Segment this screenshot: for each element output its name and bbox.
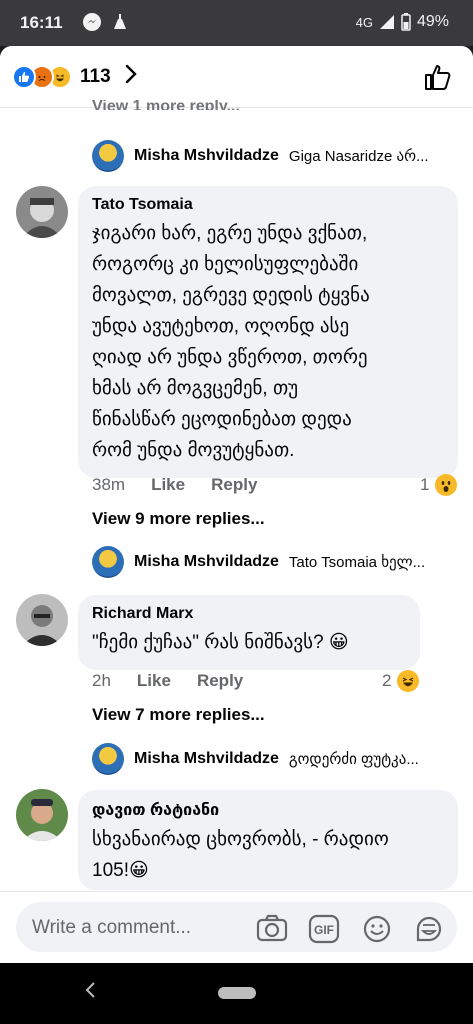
reply-author: Misha Mshvildadze bbox=[134, 553, 279, 570]
gif-icon[interactable]: GIF bbox=[308, 914, 340, 946]
reactions-header: 113 bbox=[0, 46, 473, 108]
comment-composer: Write a comment... GIF bbox=[0, 891, 473, 963]
thumbs-up-icon bbox=[425, 65, 451, 90]
reply-author: Misha Mshvildadze bbox=[134, 750, 279, 767]
messenger-icon bbox=[83, 13, 101, 31]
view-more-replies[interactable]: View 9 more replies... bbox=[92, 509, 265, 529]
comment-bubble[interactable]: დავით რატიანი სხვანაირად ცხოვრობს, - რად… bbox=[78, 790, 458, 890]
reply-snippet: Giga Nasaridze არ... bbox=[288, 148, 429, 165]
battery-icon bbox=[401, 13, 411, 31]
avatar[interactable] bbox=[16, 594, 68, 646]
like-button[interactable]: Like bbox=[151, 475, 185, 495]
comment-text: "ჩემი ქუჩაა" რას ნიშნავს? 😀 bbox=[92, 632, 349, 653]
reply-button[interactable]: Reply bbox=[197, 671, 243, 691]
comment-reaction-count: 1 bbox=[420, 475, 430, 494]
camera-icon[interactable] bbox=[256, 914, 288, 946]
view-more-replies-cutoff[interactable]: View 1 more reply... bbox=[92, 100, 240, 110]
reply-snippet: გოდერძი ფუტკა... bbox=[288, 751, 419, 768]
avatar[interactable] bbox=[16, 186, 68, 238]
avatar bbox=[92, 140, 124, 172]
back-button[interactable] bbox=[84, 979, 96, 1007]
avatar[interactable] bbox=[16, 789, 68, 841]
reactions-summary[interactable]: 113 bbox=[12, 64, 137, 90]
sticker-icon[interactable] bbox=[414, 914, 446, 946]
reaction-count: 113 bbox=[80, 66, 111, 87]
reply-author: Misha Mshvildadze bbox=[134, 147, 279, 164]
comment-time: 2h bbox=[92, 671, 111, 690]
comment-actions: 38m Like Reply bbox=[92, 475, 257, 495]
reply-preview[interactable]: Misha Mshvildadze Tato Tsomaia ხელ... bbox=[92, 546, 462, 578]
avatar bbox=[92, 546, 124, 578]
comment-placeholder: Write a comment... bbox=[32, 917, 192, 938]
status-time: 16:11 bbox=[20, 13, 63, 32]
comments-sheet: 113 View 1 more reply... Misha Mshvildad… bbox=[0, 46, 473, 963]
view-more-replies[interactable]: View 7 more replies... bbox=[92, 705, 265, 725]
comment-actions: 2h Like Reply bbox=[92, 671, 243, 691]
comment-reaction-count: 2 bbox=[382, 671, 392, 690]
like-button[interactable]: Like bbox=[137, 671, 171, 691]
status-bar: 16:11 4G 49% bbox=[0, 0, 473, 46]
comment-bubble[interactable]: Tato Tsomaia ჯიგარი ხარ, ეგრე უნდა ვქნათ… bbox=[78, 186, 458, 478]
back-chevron-icon bbox=[85, 982, 95, 998]
like-post-button[interactable] bbox=[423, 62, 453, 97]
chevron-right-icon bbox=[125, 64, 137, 90]
comment-author[interactable]: Tato Tsomaia bbox=[92, 196, 444, 214]
comment-author[interactable]: Richard Marx bbox=[92, 605, 406, 623]
comment-reactions[interactable]: 1 bbox=[420, 474, 458, 496]
battery-level: 49% bbox=[416, 13, 449, 30]
comment-bubble[interactable]: Richard Marx "ჩემი ქუჩაა" რას ნიშნავს? 😀 bbox=[78, 595, 420, 670]
comment-text: სხვანაირად ცხოვრობს, - რადიო 105!😀 bbox=[92, 829, 389, 881]
like-icon bbox=[12, 65, 36, 89]
reply-snippet: Tato Tsomaia ხელ... bbox=[288, 554, 426, 571]
comment-text: ჯიგარი ხარ, ეგრე უნდა ვქნათ, როგორც კი ხ… bbox=[92, 223, 370, 461]
comment-author[interactable]: დავით რატიანი bbox=[92, 800, 444, 820]
comment-input[interactable]: Write a comment... GIF bbox=[16, 902, 457, 952]
comment-reactions[interactable]: 2 bbox=[382, 670, 420, 692]
reply-preview[interactable]: Misha Mshvildadze Giga Nasaridze არ... bbox=[92, 140, 462, 172]
svg-text:GIF: GIF bbox=[314, 923, 334, 937]
cleaner-icon bbox=[114, 14, 126, 29]
avatar bbox=[92, 743, 124, 775]
home-pill[interactable] bbox=[218, 987, 256, 999]
reply-button[interactable]: Reply bbox=[211, 475, 257, 495]
reply-preview[interactable]: Misha Mshvildadze გოდერძი ფუტკა... bbox=[92, 743, 462, 775]
system-nav-bar bbox=[0, 963, 473, 1024]
haha-icon bbox=[397, 670, 420, 692]
emoji-icon[interactable] bbox=[362, 914, 394, 946]
network-label: 4G bbox=[355, 14, 373, 30]
signal-icon bbox=[379, 15, 394, 29]
comment-time: 38m bbox=[92, 475, 126, 494]
wow-icon bbox=[435, 474, 458, 496]
